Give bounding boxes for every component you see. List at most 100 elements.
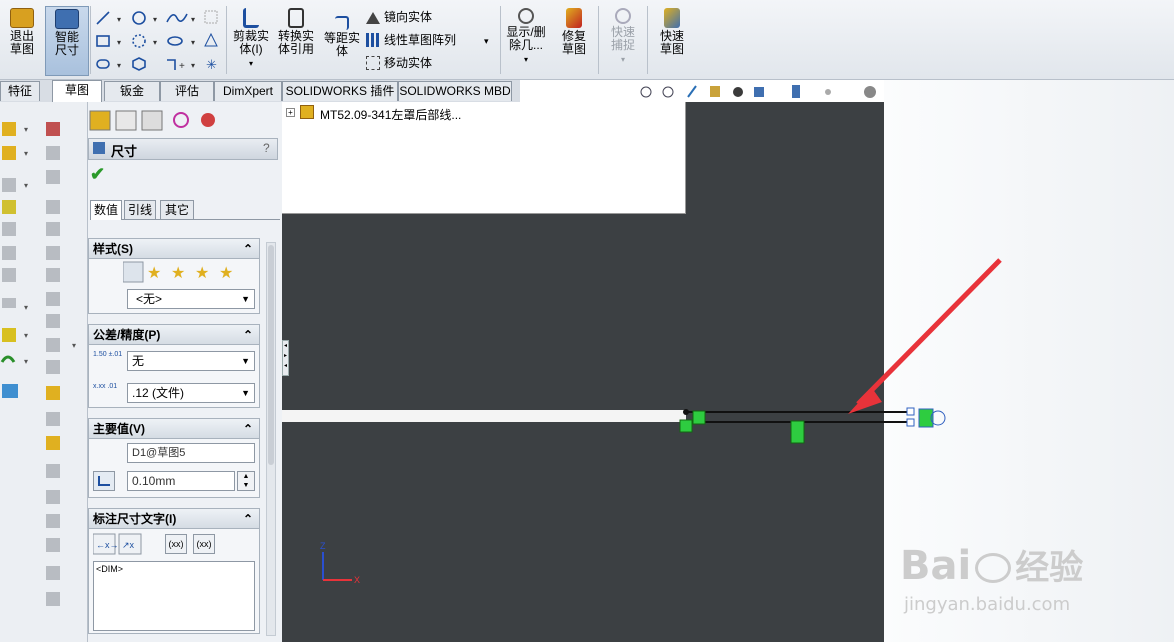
scrollbar-thumb[interactable] [268,245,274,465]
pm-scrollbar[interactable] [266,242,276,636]
coincident-relation-icon[interactable] [679,419,693,433]
separator [90,6,91,74]
tab-sketch[interactable]: 草图 [52,80,102,102]
collapse-icon[interactable]: ⌃ [243,509,253,529]
svg-text:▾: ▾ [191,61,195,70]
tab-addins[interactable]: SOLIDWORKS 插件 [282,81,398,101]
section-view-icon [710,86,720,97]
mirror-label: 镜向实体 [384,10,433,24]
previous-view-icon [687,85,697,98]
boundary-cut-icon [46,246,60,260]
collapse-icon[interactable]: ⌃ [243,325,253,345]
rib-icon [2,268,16,282]
separator [500,6,501,74]
display-delete-relations-button[interactable]: 显示/删除几... ▾ [504,6,548,76]
offset-entities-button[interactable]: 等距实体 [320,14,364,84]
collapse-icon[interactable]: ⌃ [243,419,253,439]
convert-entities-button[interactable]: 转换实体引用 [274,6,318,76]
rectangle-icon [96,35,110,47]
zoom-area-icon [662,86,674,98]
swept-boss-icon [2,178,16,192]
dimension-text-area[interactable]: <DIM> [93,561,255,631]
tolerance-type-value: 无 [132,354,145,368]
triad-z-label: Z [320,541,326,551]
ellipse-icon [167,36,183,46]
text-position-buttons[interactable]: ←x→ ↗x [93,533,163,555]
extruded-cut-icon [46,122,60,136]
dimension-text-group: 标注尺寸文字(I) ⌃ ←x→ ↗x (xx) (xx) <DIM> [88,508,260,634]
dimension-handle[interactable] [906,407,915,416]
convert-icon [288,8,304,28]
subtab-other[interactable]: 其它 [160,200,194,219]
primary-value-group: 主要值(V) ⌃ D1@草图5 0.10mm ▲ ▼ [88,418,260,498]
view-toolbar-icons[interactable] [520,80,884,102]
trim-label: 剪裁实体(I) [233,29,270,56]
subtab-value[interactable]: 数值 [90,200,122,220]
linear-pattern-label: 线性草图阵列 [384,33,457,47]
draft-icon [46,338,60,352]
pm-title: 尺寸 [111,144,138,159]
property-manager-tab-icon [115,110,137,131]
dimension-name-field[interactable]: D1@草图5 [127,443,255,463]
offset-label: 等距实体 [323,31,360,58]
dimension-text-group-header[interactable]: 标注尺寸文字(I) ⌃ [89,509,259,529]
watermark-url: jingyan.baidu.com [904,594,1071,615]
parallel-relation-icon[interactable] [790,420,805,444]
sketch-endpoint[interactable] [683,409,689,415]
sketch-entity-icons[interactable]: ▾ ▾ ▾ ▾ ▾ ▾ ▾ ▾ ✳ + [95,8,225,74]
exit-sketch-label: 退出草图 [9,29,34,56]
exit-sketch-button[interactable]: 退出草图 [0,6,44,76]
quick-snaps-button[interactable]: 快速捕捉 ▾ [600,6,646,76]
spline-icon [166,13,188,23]
left-icon-column: ▾ ▾ ▾ ▾ ▾ ▾ ▾ [0,102,88,642]
tab-sheet-metal[interactable]: 钣金 [104,81,160,101]
move-entities-button[interactable]: 移动实体 [366,56,432,70]
curves-left-icon [46,412,60,426]
value-spinner[interactable]: ▲ ▼ [237,471,255,491]
configuration-manager-tab-icon [141,110,163,131]
point-icon: ✳ [206,57,217,72]
horizontal-relation-icon[interactable] [692,410,706,425]
svg-text:←x→: ←x→ [96,540,119,550]
collapse-icon[interactable]: ⌃ [243,239,253,259]
line-icon [96,11,110,25]
primary-value-group-header[interactable]: 主要值(V) ⌃ [89,419,259,439]
add-parentheses-button[interactable]: (xx) [165,534,187,554]
linear-pattern-left-icon [46,314,60,328]
style-dropdown[interactable]: <无> ▼ [127,289,255,309]
revolved-cut-icon [46,170,60,184]
svg-text:▾: ▾ [117,61,121,70]
lofted-cut-icon [46,222,60,236]
ok-checkmark-button[interactable]: ✔ [90,164,105,185]
svg-text:▾: ▾ [24,331,28,340]
swept-cut-icon [46,200,60,214]
trim-entities-button[interactable]: 剪裁实体(I) ▾ [230,6,272,76]
manager-tabs[interactable] [88,110,228,132]
tab-dimxpert[interactable]: DimXpert [214,81,282,101]
dimension-handle[interactable] [906,418,915,427]
smart-dimension-button[interactable]: 智能尺寸 [45,6,89,76]
fillet-left-icon [46,268,60,282]
move-label: 移动实体 [384,56,433,70]
unit-precision-dropdown[interactable]: .12 (文件) ▼ [127,383,255,403]
style-buttons[interactable]: ★ ★ ★ ★ [123,261,243,283]
tab-evaluate[interactable]: 评估 [160,81,214,101]
mirror-entities-button[interactable]: 镜向实体 [366,10,432,24]
subtab-leaders[interactable]: 引线 [124,200,156,219]
style-group-header[interactable]: 样式(S) ⌃ [89,239,259,259]
dimension-value-field[interactable]: 0.10mm [127,471,235,491]
chamfer-icon [46,292,60,306]
rapid-sketch-button[interactable]: 快速草图 [650,6,694,76]
tolerance-type-dropdown[interactable]: 无 ▼ [127,351,255,371]
inspection-dimension-button[interactable]: (xx) [193,534,215,554]
tolerance-group-header[interactable]: 公差/精度(P) ⌃ [89,325,259,345]
tab-mbd[interactable]: SOLIDWORKS MBD [398,81,512,101]
wrap-icon [2,298,16,308]
split-line-icon [46,464,60,478]
repair-sketch-button[interactable]: 修复草图 [552,6,596,76]
tab-features[interactable]: 特征 [0,81,40,101]
linear-pattern-button[interactable]: 线性草图阵列 ▾ [366,33,489,48]
left-toolbar-icons[interactable]: ▾ ▾ ▾ ▾ ▾ ▾ ▾ [0,102,88,642]
help-button[interactable]: ? [263,141,270,155]
reverse-direction-button[interactable] [93,471,115,491]
